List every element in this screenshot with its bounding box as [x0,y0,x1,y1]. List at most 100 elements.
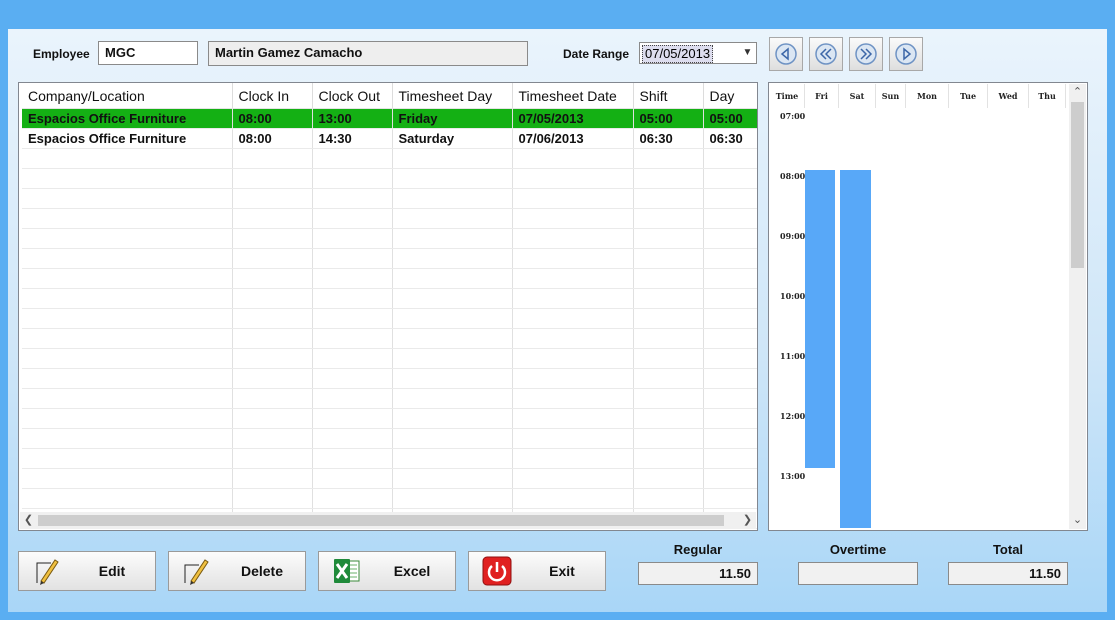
calendar-header-mon: Mon [906,84,949,108]
chevron-down-icon[interactable]: ▼ [739,43,756,63]
horizontal-scroll-thumb[interactable] [38,515,724,526]
empty-cell [512,268,634,289]
empty-cell [22,428,233,449]
empty-cell [22,188,233,209]
empty-cell [232,288,313,309]
calendar-time-block[interactable] [840,170,871,528]
exit-button[interactable]: Exit [468,551,606,591]
empty-cell [22,388,233,409]
delete-button[interactable]: Delete [168,551,306,591]
empty-cell [392,488,513,509]
total-label: Total [992,542,1024,557]
date-range-value: 07/05/2013 [642,45,714,63]
empty-cell [512,228,634,249]
column-header-clock-out[interactable]: Clock Out [312,83,393,109]
next-button[interactable] [849,37,883,71]
employee-label: Employee [33,47,90,61]
table-row-empty [22,328,757,349]
calendar-time-block[interactable] [805,170,835,468]
date-range-select[interactable]: 07/05/2013 ▼ [639,42,757,64]
table-row-empty [22,248,757,269]
empty-cell [703,328,757,349]
scroll-right-icon[interactable]: ❯ [739,512,756,529]
empty-cell [312,428,393,449]
timesheet-grid[interactable]: Company/Location Clock In Clock Out Time… [18,82,758,531]
empty-cell [22,168,233,189]
vertical-scrollbar[interactable]: ⌃ ⌄ [1069,84,1086,529]
previous-button[interactable] [809,37,843,71]
exit-button-label: Exit [549,563,575,579]
empty-cell [232,428,313,449]
table-row-empty [22,208,757,229]
last-button[interactable] [889,37,923,71]
empty-cell [392,228,513,249]
horizontal-scrollbar[interactable]: ❮ ❯ [20,512,756,529]
calendar-time-label: 10:00 [780,291,806,301]
column-header-timesheet-day[interactable]: Timesheet Day [392,83,513,109]
empty-cell [312,408,393,429]
excel-button[interactable]: Excel [318,551,456,591]
empty-cell [703,248,757,269]
column-header-clock-in[interactable]: Clock In [232,83,313,109]
table-row-empty [22,408,757,429]
empty-cell [22,348,233,369]
empty-cell [312,308,393,329]
empty-cell [22,248,233,269]
cell-clock-out: 13:00 [312,108,393,129]
calendar-header-sun: Sun [876,84,906,108]
empty-cell [22,468,233,489]
cell-timesheet-day: Friday [392,108,513,129]
table-row-empty [22,228,757,249]
first-button[interactable] [769,37,803,71]
empty-cell [232,148,313,169]
vertical-scroll-thumb[interactable] [1071,102,1084,268]
empty-cell [703,408,757,429]
empty-cell [392,368,513,389]
empty-cell [703,388,757,409]
empty-cell [232,348,313,369]
column-header-day[interactable]: Day [703,83,757,109]
cell-clock-in: 08:00 [232,128,313,149]
empty-cell [22,488,233,509]
employee-code-input[interactable]: MGC [98,41,198,65]
empty-cell [703,288,757,309]
empty-cell [512,368,634,389]
weekly-calendar[interactable]: Time Fri Sat Sun Mon Tue Wed Thu 07:00 0… [768,82,1088,531]
excel-button-label: Excel [393,563,431,579]
empty-cell [392,168,513,189]
scroll-down-icon[interactable]: ⌄ [1069,512,1086,529]
calendar-time-label: 11:00 [780,351,806,361]
calendar-time-label: 07:00 [780,111,806,121]
empty-cell [22,148,233,169]
scroll-up-icon[interactable]: ⌃ [1069,84,1086,101]
empty-cell [232,208,313,229]
pencil-icon [36,559,59,585]
table-row[interactable]: Espacios Office Furniture 08:00 13:00 Fr… [22,108,757,129]
column-header-shift[interactable]: Shift [633,83,704,109]
regular-label: Regular [673,542,723,557]
empty-cell [232,308,313,329]
column-header-company[interactable]: Company/Location [22,83,233,109]
empty-cell [232,488,313,509]
table-row[interactable]: Espacios Office Furniture 08:00 14:30 Sa… [22,128,757,149]
table-row-empty [22,428,757,449]
empty-cell [633,268,704,289]
empty-cell [633,488,704,509]
column-header-timesheet-date[interactable]: Timesheet Date [512,83,634,109]
cell-clock-out: 14:30 [312,128,393,149]
empty-cell [512,388,634,409]
scroll-left-icon[interactable]: ❮ [20,512,37,529]
calendar-header: Time Fri Sat Sun Mon Tue Wed Thu [770,84,1071,108]
empty-cell [633,248,704,269]
empty-cell [512,448,634,469]
calendar-time-label: 12:00 [780,411,806,421]
empty-cell [312,488,393,509]
table-row-empty [22,468,757,489]
cell-shift: 05:00 [633,108,704,129]
cell-day: 05:00 [703,108,757,129]
employee-name-field: Martin Gamez Camacho [208,41,528,66]
edit-button[interactable]: Edit [18,551,156,591]
table-row-empty [22,188,757,209]
total-hours-field: 11.50 [948,562,1068,585]
empty-cell [232,388,313,409]
